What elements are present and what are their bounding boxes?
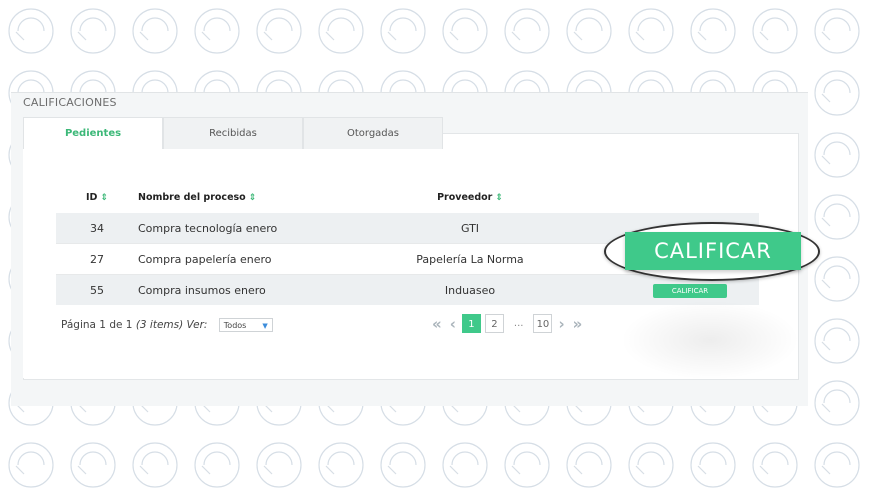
sort-icon[interactable]: ⇕ bbox=[100, 193, 108, 203]
column-header-id-label: ID bbox=[86, 191, 98, 203]
first-page-icon[interactable]: « bbox=[432, 315, 442, 333]
column-header-provider-label: Proveedor bbox=[437, 191, 493, 203]
panel-title: CALIFICACIONES bbox=[23, 96, 117, 109]
cell-name: Compra insumos enero bbox=[138, 274, 319, 305]
cell-name: Compra papelería enero bbox=[138, 243, 319, 275]
tab-bar: Pedientes Recibidas Otorgadas bbox=[23, 117, 443, 151]
page-size-select[interactable]: Todos ▼ bbox=[218, 318, 273, 332]
last-page-icon[interactable]: » bbox=[573, 315, 583, 333]
tab-pendientes[interactable]: Pedientes bbox=[23, 117, 163, 151]
pagination-info: Página 1 de 1 (3 items) Ver: Todos ▼ bbox=[61, 318, 273, 332]
shadow-decoration bbox=[620, 300, 800, 380]
page-button[interactable]: 2 bbox=[484, 314, 504, 333]
page-button[interactable]: 1 bbox=[461, 314, 481, 333]
column-header-name-label: Nombre del proceso bbox=[138, 191, 246, 203]
column-header-provider[interactable]: Proveedor ⇕ bbox=[319, 181, 621, 213]
column-header-id[interactable]: ID ⇕ bbox=[56, 181, 138, 213]
cell-id: 34 bbox=[56, 213, 138, 244]
cell-name: Compra tecnología enero bbox=[138, 213, 319, 244]
column-header-name[interactable]: Nombre del proceso ⇕ bbox=[138, 181, 319, 213]
sort-icon[interactable]: ⇕ bbox=[249, 193, 257, 203]
pagination: « ‹ 1 2 ... 10 › » bbox=[428, 314, 586, 333]
page-count-text: Página 1 de 1 bbox=[61, 319, 133, 331]
column-header-action bbox=[621, 181, 759, 213]
cell-provider: GTI bbox=[319, 213, 621, 244]
next-page-icon[interactable]: › bbox=[558, 315, 564, 333]
cell-provider: Induaseo bbox=[319, 274, 621, 305]
rate-button-highlight[interactable]: CALIFICAR bbox=[625, 232, 801, 270]
rate-button[interactable]: CALIFICAR bbox=[653, 283, 727, 298]
cell-id: 27 bbox=[56, 243, 138, 275]
tab-otorgadas[interactable]: Otorgadas bbox=[303, 117, 443, 149]
page-ellipsis: ... bbox=[513, 318, 524, 329]
cell-id: 55 bbox=[56, 274, 138, 305]
page-button[interactable]: 10 bbox=[533, 314, 553, 333]
tab-recibidas[interactable]: Recibidas bbox=[163, 117, 303, 149]
sort-icon[interactable]: ⇕ bbox=[495, 193, 503, 203]
page-size-value: Todos bbox=[223, 321, 247, 330]
items-count-text: (3 items) Ver: bbox=[135, 319, 208, 331]
caret-down-icon: ▼ bbox=[262, 322, 268, 330]
prev-page-icon[interactable]: ‹ bbox=[450, 315, 456, 333]
cell-provider: Papelería La Norma bbox=[319, 243, 621, 275]
